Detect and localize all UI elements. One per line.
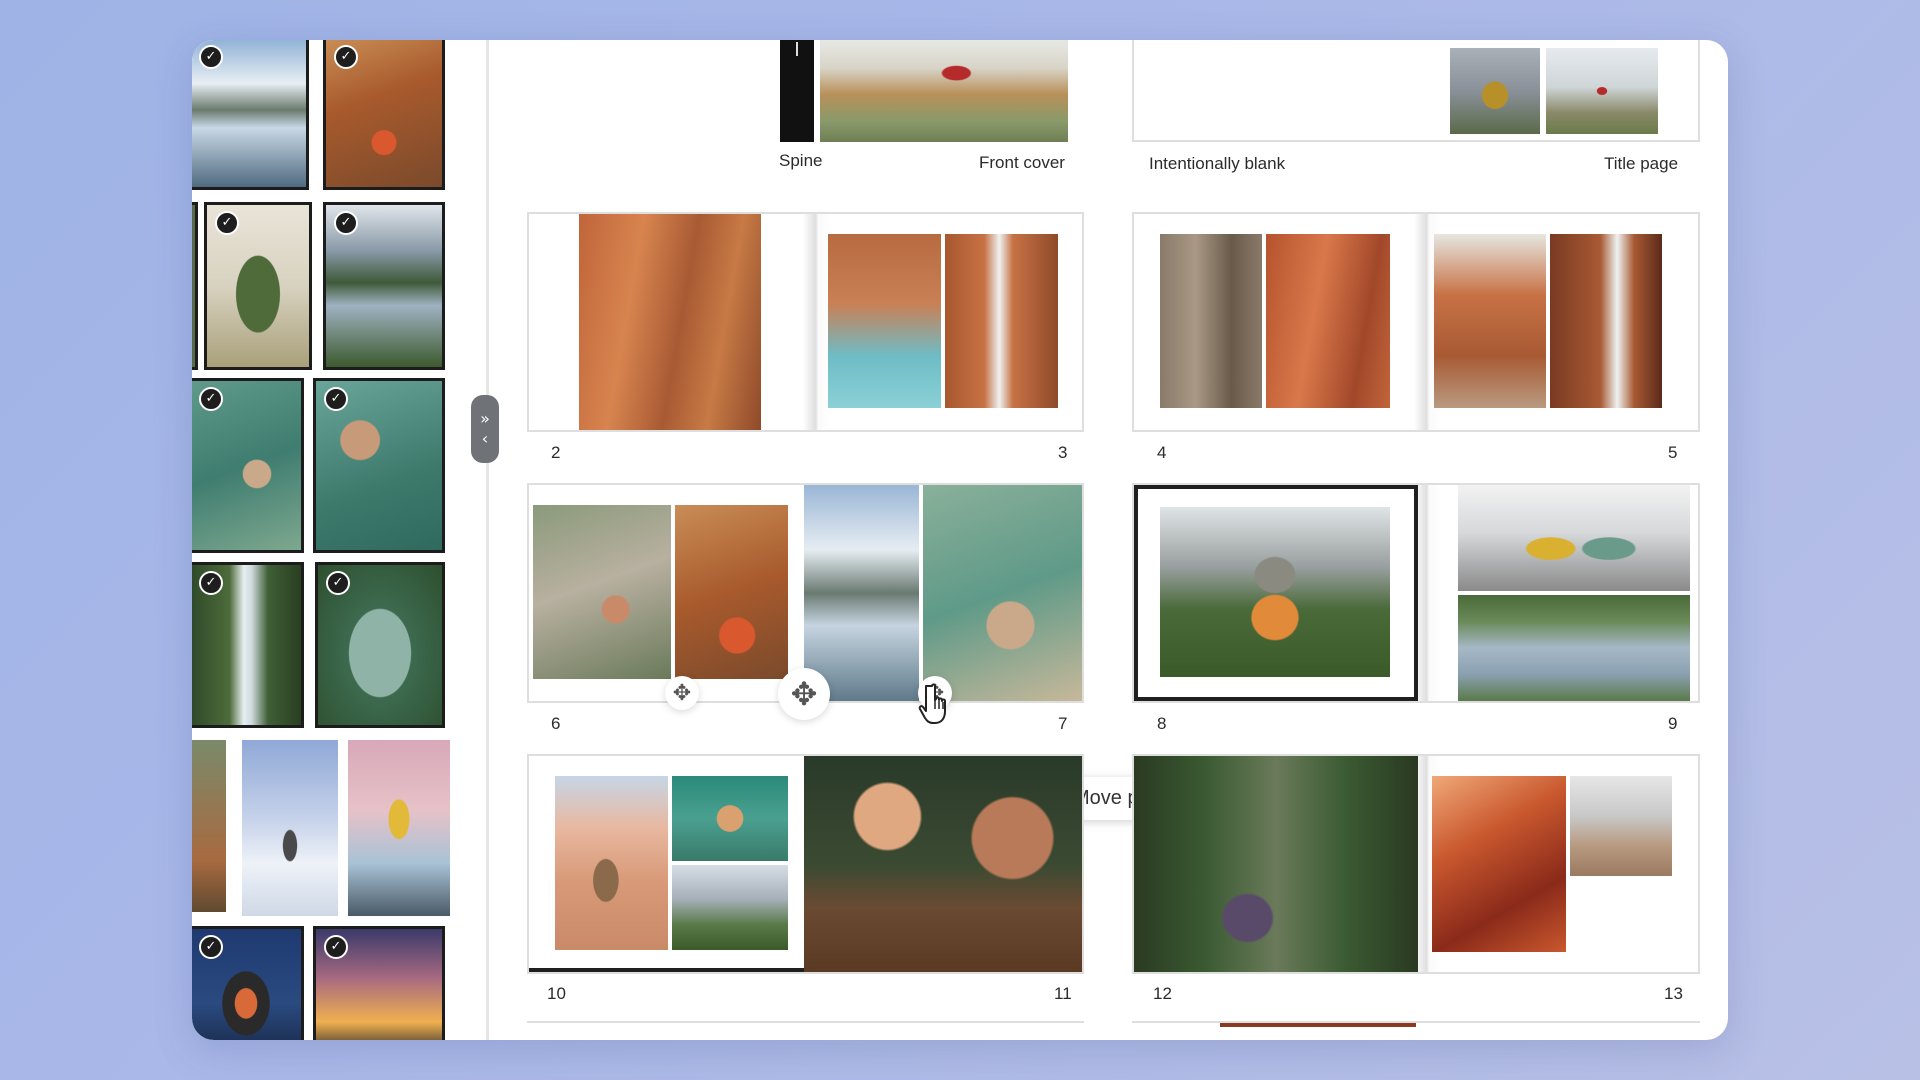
page-10-photo-snorkel [672, 776, 788, 861]
page-11[interactable] [804, 756, 1082, 972]
page-3-photo-blue-pools [828, 234, 941, 408]
photo-thumb-partial-2[interactable] [192, 740, 226, 912]
page-6-photo-kayak [675, 505, 788, 679]
caption-front-cover: Front cover [979, 153, 1065, 172]
photo-thumb-mountain-pond[interactable]: ✓ [323, 202, 445, 370]
sidebar-divider [486, 40, 489, 1040]
selected-check-icon[interactable]: ✓ [199, 935, 223, 959]
spread-pages-10-11[interactable] [527, 754, 1084, 974]
photo-library-sidebar: ✓ ✓ ✓ ✓ ✓ ✓ ✓ ✓ ✓ ✓ [192, 40, 468, 1040]
selected-check-icon[interactable]: ✓ [199, 387, 223, 411]
front-cover-page[interactable] [820, 40, 1068, 142]
page-7-photo-snowy-lake [804, 485, 919, 701]
page-3[interactable] [804, 214, 1082, 430]
chevron-left-icon: ‹ [481, 429, 489, 448]
spread-next-row-left[interactable] [527, 1021, 1084, 1040]
page-number-3: 3 [1058, 443, 1068, 462]
page-4-photo-red-canyon [1266, 234, 1390, 408]
page-number-2: 2 [551, 443, 561, 462]
page-number-7: 7 [1058, 714, 1068, 733]
selected-check-icon[interactable]: ✓ [215, 211, 239, 235]
page-4-photo-tree-trunk [1160, 234, 1262, 408]
page-13[interactable] [1414, 756, 1698, 972]
page-13-photo-desert-walk [1570, 776, 1672, 876]
spread-title[interactable] [1132, 40, 1700, 142]
page-8-selected[interactable] [1134, 485, 1418, 701]
page-2-photo-canyon-ladder [579, 214, 761, 430]
page-9-photo-family-car [1458, 485, 1690, 591]
page-5[interactable] [1414, 214, 1698, 430]
title-page[interactable] [1414, 40, 1698, 140]
page-6-photo-rocks-creek [533, 505, 671, 679]
photo-thumb-river-rocks[interactable]: ✓ [192, 378, 304, 553]
selected-check-icon[interactable]: ✓ [199, 45, 223, 69]
page-number-8: 8 [1157, 714, 1167, 733]
caption-intentionally-blank: Intentionally blank [1149, 154, 1286, 173]
page-9[interactable] [1414, 485, 1698, 701]
page-9-photo-lake-dock [1458, 595, 1690, 701]
photo-thumb-mountain-lake[interactable]: ✓ [192, 40, 309, 190]
page-7-photo-river-swim [923, 485, 1082, 701]
page-number-11: 11 [1054, 984, 1072, 1003]
spread-pages-12-13[interactable] [1132, 754, 1700, 974]
page-13-photo-antelope-canyon [1432, 776, 1566, 952]
photo-thumb-partial[interactable] [192, 202, 198, 370]
spread-pages-2-3[interactable] [527, 212, 1084, 432]
spread-next-row-right[interactable] [1132, 1021, 1700, 1040]
spread-pages-8-9[interactable] [1132, 483, 1700, 703]
photo-thumb-rooftop-tent-sunset[interactable] [348, 740, 450, 916]
photo-thumb-couple-blanket[interactable]: ✓ [204, 202, 312, 370]
page-number-4: 4 [1157, 443, 1167, 462]
page-8-photo-hammock [1160, 507, 1390, 677]
hand-cursor-icon [918, 683, 946, 724]
page-number-12: 12 [1153, 984, 1172, 1003]
spread-cover[interactable] [780, 40, 1068, 142]
selected-check-icon[interactable]: ✓ [326, 571, 350, 595]
photo-thumb-swimming-pool[interactable]: ✓ [315, 562, 445, 728]
page-10-photo-mountain-friends [672, 865, 788, 950]
photo-thumb-snow-car[interactable] [242, 740, 338, 916]
spread-pages-4-5[interactable] [1132, 212, 1700, 432]
double-chevron-right-icon: » [480, 409, 490, 428]
intentionally-blank-page[interactable] [1134, 40, 1418, 140]
photo-thumb-boy-in-water[interactable]: ✓ [313, 378, 445, 553]
photo-book-editor-window: ✓ ✓ ✓ ✓ ✓ ✓ ✓ ✓ ✓ ✓ » ‹ Spine Front cove… [192, 40, 1728, 1040]
caption-spine: Spine [779, 151, 823, 170]
page-2[interactable] [529, 214, 807, 430]
page-12[interactable] [1134, 756, 1418, 972]
page-10[interactable] [529, 756, 807, 972]
move-photo-icon[interactable]: ✥ [665, 676, 699, 710]
move-page-icon[interactable]: ✥ [778, 668, 830, 720]
page-4[interactable] [1134, 214, 1418, 430]
selected-check-icon[interactable]: ✓ [324, 935, 348, 959]
page-11-photo-kids-on-dock [804, 756, 1082, 972]
page-number-5: 5 [1668, 443, 1678, 462]
page-3-photo-waterfall [945, 234, 1058, 408]
spine-page[interactable] [780, 40, 814, 142]
page-number-6: 6 [551, 714, 561, 733]
page-number-9: 9 [1668, 714, 1678, 733]
page-6[interactable] [529, 485, 807, 701]
selected-check-icon[interactable]: ✓ [199, 571, 223, 595]
page-5-photo-rock-spire [1434, 234, 1546, 408]
title-photo-family [1450, 48, 1540, 134]
caption-title-page: Title page [1604, 154, 1679, 173]
photo-thumb-sunset-jump[interactable]: ✓ [313, 926, 445, 1040]
page-12-photo-forest-family [1134, 756, 1418, 972]
page-7[interactable] [804, 485, 1082, 701]
page-number-13: 13 [1664, 984, 1683, 1003]
selected-check-icon[interactable]: ✓ [324, 387, 348, 411]
page-5-photo-sitting-waterfall [1550, 234, 1662, 408]
sidebar-collapse-handle[interactable]: » ‹ [471, 395, 499, 463]
title-photo-kid-arms-out [1546, 48, 1658, 134]
selected-check-icon[interactable]: ✓ [334, 211, 358, 235]
page-10-photo-sand-dune [555, 776, 668, 950]
selected-check-icon[interactable]: ✓ [334, 45, 358, 69]
page-number-10: 10 [547, 984, 566, 1003]
photo-thumb-waterfall-forest[interactable]: ✓ [192, 562, 304, 728]
photo-thumb-kayak-canyon[interactable]: ✓ [323, 40, 445, 190]
photo-thumb-night-tent[interactable]: ✓ [192, 926, 304, 1040]
